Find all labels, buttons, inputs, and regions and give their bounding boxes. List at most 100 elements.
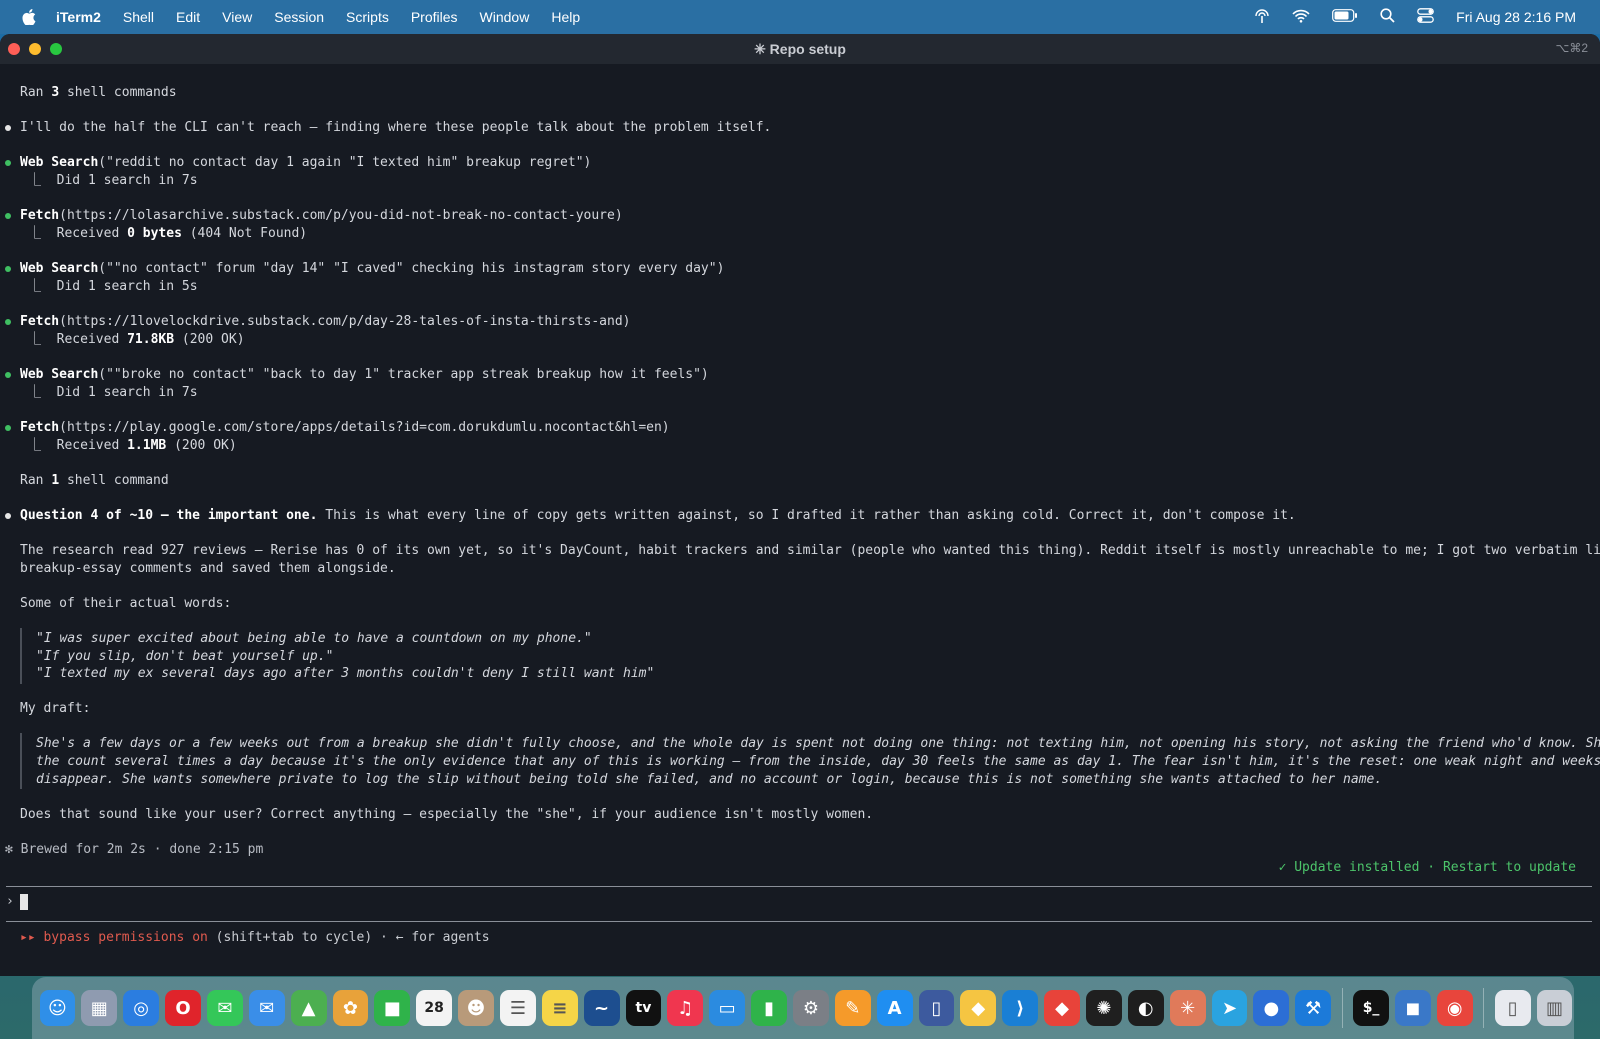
dock-pages-icon[interactable]: ✎ [834, 990, 871, 1026]
tool-call: Web Search("reddit no contact day 1 agai… [20, 154, 591, 172]
bullet-icon [5, 125, 11, 131]
text-cursor[interactable] [20, 894, 28, 910]
dock-finder-icon[interactable]: ☺ [39, 990, 76, 1026]
tool-result-size: 1.1MB [127, 438, 167, 453]
dock-music-icon[interactable]: ♫ [667, 990, 704, 1026]
dock-proton-vpn-icon[interactable]: ● [1253, 990, 1290, 1026]
dock-simulator-icon[interactable]: ▯ [918, 990, 955, 1026]
tool-arg: (""no contact" forum "day 14" "I caved" … [98, 261, 725, 276]
spotlight-search-icon[interactable] [1380, 8, 1395, 26]
dock-messages-icon[interactable]: ✉ [206, 990, 243, 1026]
permissions-status[interactable]: ▸▸ bypass permissions on (shift+tab to c… [20, 929, 490, 947]
ran-count: 3 [51, 85, 60, 100]
status-dot-icon [5, 213, 11, 219]
tool-call: Fetch(https://lolasarchive.substack.com/… [20, 207, 623, 225]
dock-opera-icon[interactable]: O [165, 990, 201, 1026]
question-message: Question 4 of ~10 — the important one. T… [20, 507, 1296, 525]
tool-result-text: Received [56, 438, 128, 453]
dock-telegram-icon[interactable]: ➤ [1211, 990, 1248, 1026]
status-dot-icon [5, 266, 11, 272]
terminal-content[interactable]: Ran 3 shell commands I'll do the half th… [0, 64, 1600, 976]
dock-app-store-icon[interactable]: A [876, 990, 913, 1026]
minimize-window-button[interactable] [29, 43, 41, 55]
wifi-icon[interactable] [1292, 9, 1310, 26]
ran-suffix: shell command [59, 473, 169, 488]
ran-prefix: Ran [20, 473, 52, 488]
tool-name: Web Search [20, 367, 99, 382]
dock-keynote-icon[interactable]: ▭ [709, 990, 746, 1026]
tool-result-text: Did 1 search in 5s [56, 279, 198, 294]
tool-result-text: Did 1 search in 7s [56, 385, 198, 400]
menu-session[interactable]: Session [274, 9, 324, 25]
dock-numbers-icon[interactable]: ▮ [751, 990, 787, 1026]
dock-photos-icon[interactable]: ✿ [332, 990, 369, 1026]
draft-line: She's a few days or a few weeks out from… [36, 736, 1600, 751]
dock-cyberduck-icon[interactable]: ◆ [960, 990, 997, 1026]
bullet-icon [5, 513, 11, 519]
dock-notes-icon[interactable]: ≡ [541, 990, 578, 1026]
update-notice[interactable]: ✓ Update installed · Restart to update [1279, 859, 1576, 877]
menu-scripts[interactable]: Scripts [346, 9, 389, 25]
dock-facetime-icon[interactable]: ■ [374, 990, 411, 1026]
apple-icon[interactable] [20, 8, 38, 26]
dock-claude-icon[interactable]: ✳ [1169, 990, 1206, 1026]
tree-connector-icon: ⎿ [28, 438, 57, 453]
dock-chrome-icon[interactable]: ◉ [1436, 990, 1473, 1026]
tool-result: ⎿ Received 71.8KB (200 OK) [28, 331, 245, 349]
dock-system-settings-icon[interactable]: ⚙ [792, 990, 829, 1026]
dock-xcode-icon[interactable]: ⚒ [1295, 990, 1332, 1026]
window-shortcut: ⌥⌘2 [1555, 41, 1588, 55]
dock-contacts-icon[interactable]: ☻ [458, 990, 494, 1026]
dock-launchpad-icon[interactable]: ▦ [81, 990, 118, 1026]
dock-calendar-icon[interactable]: 28 [416, 990, 453, 1026]
dock-maps-icon[interactable]: ▲ [290, 990, 327, 1026]
menu-bar: iTerm2 Shell Edit View Session Scripts P… [0, 0, 1600, 34]
control-center-icon[interactable] [1417, 8, 1435, 26]
dock-document-icon[interactable]: ▯ [1494, 990, 1531, 1026]
dock-migration-icon[interactable]: ◼ [1395, 990, 1431, 1026]
dock-reminders-icon[interactable]: ☰ [499, 990, 536, 1026]
tool-arg: (https://play.google.com/store/apps/deta… [59, 420, 670, 435]
tool-result: ⎿ Did 1 search in 7s [28, 384, 198, 402]
ran-suffix: shell commands [59, 85, 177, 100]
dock-anydesk-icon[interactable]: ◆ [1044, 990, 1080, 1026]
dock-chatgpt-icon[interactable]: ✺ [1085, 990, 1122, 1026]
menu-edit[interactable]: Edit [176, 9, 200, 25]
dock-tv-icon[interactable]: tv [625, 990, 662, 1026]
dock-iterm-icon[interactable]: $_ [1353, 990, 1389, 1026]
tool-result: ⎿ Did 1 search in 7s [28, 172, 198, 190]
menu-view[interactable]: View [222, 9, 252, 25]
status-dot-icon [5, 319, 11, 325]
user-quote: "I texted my ex several days ago after 3… [36, 666, 655, 681]
dock-figma-icon[interactable]: ◐ [1127, 990, 1164, 1026]
menu-app-iterm2[interactable]: iTerm2 [56, 9, 101, 25]
menu-profiles[interactable]: Profiles [411, 9, 458, 25]
menu-window[interactable]: Window [480, 9, 530, 25]
dock-freeform-icon[interactable]: ~ [583, 990, 620, 1026]
tool-name: Fetch [20, 420, 60, 435]
dock-safari-icon[interactable]: ◎ [123, 990, 160, 1026]
research-line: The research read 927 reviews — Rerise h… [20, 543, 1600, 558]
tool-result-size: 71.8KB [127, 332, 175, 347]
dock: ☺ ▦ ◎ O ✉ ✉ ▲ ✿ ■ 28 ☻ ☰ ≡ ~ tv ♫ ▭ ▮ ⚙ ✎ A ▯ ◆ ⟩ ◆ ✺ ◐ ✳ ➤ ● ⚒ $_ ◼ ◉ ▯ ▥ [32, 977, 1574, 1039]
dock-vscode-icon[interactable]: ⟩ [1002, 990, 1039, 1026]
tool-name: Web Search [20, 155, 99, 170]
ran-commands-summary: Ran 3 shell commands [20, 84, 177, 102]
battery-icon[interactable] [1332, 9, 1358, 25]
dock-trash-icon[interactable]: ▥ [1536, 990, 1573, 1026]
tool-call: Fetch(https://1lovelockdrive.substack.co… [20, 313, 631, 331]
dock-separator [1341, 988, 1343, 1028]
close-window-button[interactable] [8, 43, 20, 55]
airdrop-icon[interactable] [1254, 8, 1270, 27]
tool-arg: ("reddit no contact day 1 again "I texte… [98, 155, 592, 170]
menu-shell[interactable]: Shell [123, 9, 154, 25]
zoom-window-button[interactable] [50, 43, 62, 55]
tree-connector-icon: ⎿ [28, 279, 57, 294]
tool-result-text: Did 1 search in 7s [56, 173, 198, 188]
menu-help[interactable]: Help [551, 9, 580, 25]
window-titlebar[interactable]: ✳ Repo setup ⌥⌘2 [0, 34, 1600, 64]
tool-call: Web Search(""no contact" forum "day 14" … [20, 260, 724, 278]
menu-clock[interactable]: Fri Aug 28 2:16 PM [1456, 9, 1576, 25]
dock-mail-icon[interactable]: ✉ [248, 990, 285, 1026]
tool-result-status: (200 OK) [166, 438, 237, 453]
